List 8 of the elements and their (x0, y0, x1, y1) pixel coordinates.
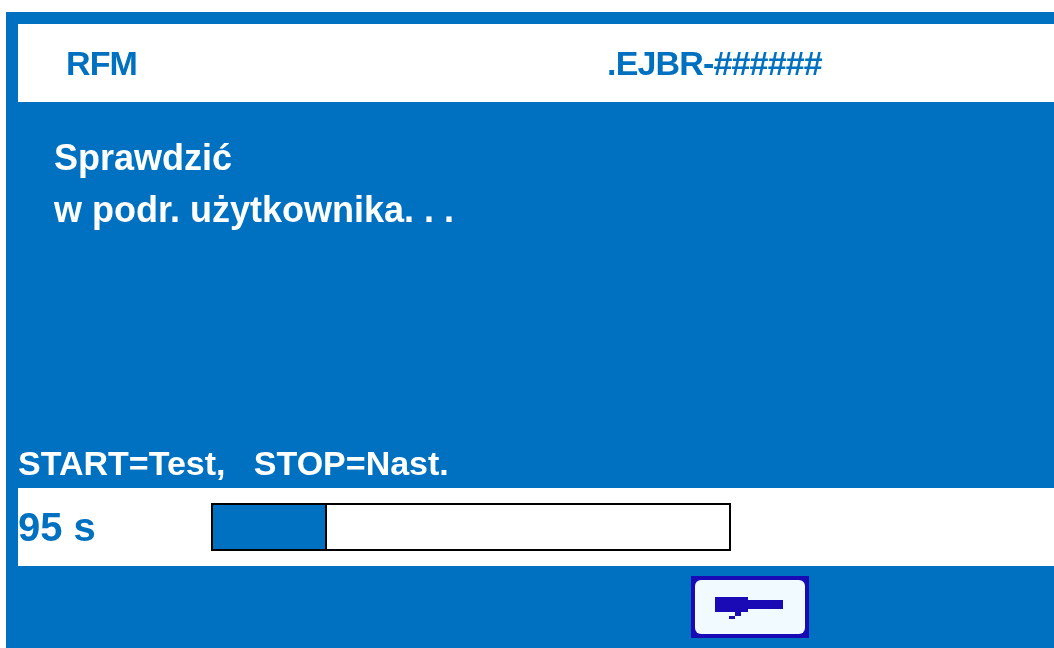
timer-label: 95 s (18, 504, 97, 551)
device-label: RFM (66, 42, 138, 84)
hand-pointer-icon (715, 594, 785, 620)
code-label: .EJBR-###### (607, 42, 822, 84)
message-line: w podr. użytkownika. . . (54, 188, 456, 233)
message-line: Sprawdzić (54, 136, 234, 180)
key-hint: START=Test, STOP=Nast. (18, 446, 450, 480)
enter-button[interactable] (691, 576, 809, 638)
